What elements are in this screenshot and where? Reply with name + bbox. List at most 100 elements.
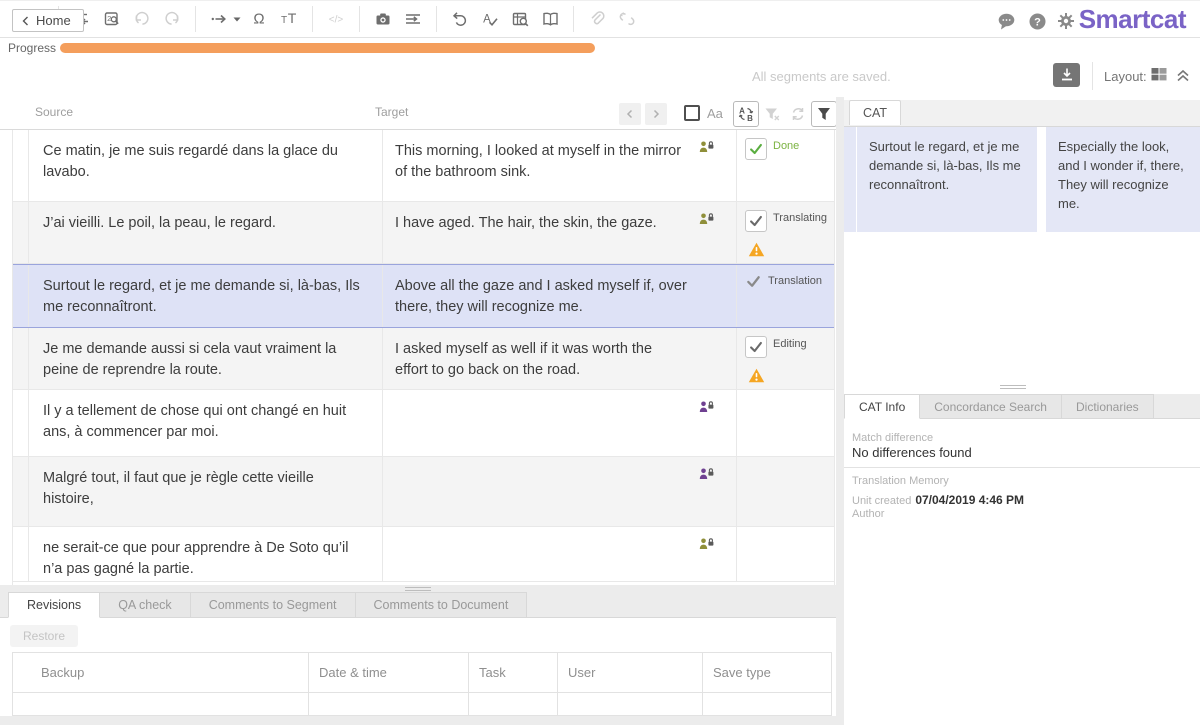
segment-target-text[interactable]: Above all the gaze and I asked myself if…	[383, 265, 699, 327]
segment-status-cell	[736, 457, 834, 526]
special-char-icon[interactable]: Ω	[244, 4, 274, 34]
filter-icon[interactable]	[811, 101, 837, 127]
warning-icon[interactable]	[748, 368, 828, 383]
segment-row[interactable]: Malgré tout, il faut que je règle cette …	[13, 457, 834, 527]
segment-number-gutter	[13, 130, 29, 201]
download-icon[interactable]	[1053, 63, 1080, 87]
toggle-tags-icon[interactable]: </>	[321, 4, 351, 34]
search-tm-icon[interactable]	[505, 4, 535, 34]
home-label: Home	[36, 13, 71, 28]
column-header-date-time: Date & time	[308, 653, 468, 692]
unlink-icon[interactable]	[612, 4, 642, 34]
spellcheck-icon[interactable]: A	[475, 4, 505, 34]
status-label: Done	[773, 138, 799, 152]
segment-target-text[interactable]: I have aged. The hair, the skin, the gaz…	[383, 202, 699, 263]
segment-lock-icons	[699, 265, 736, 327]
segment-status-cell: Done	[736, 130, 834, 201]
chat-icon[interactable]	[996, 11, 1016, 31]
target-column-header: Target	[375, 105, 408, 119]
segment-number-gutter	[13, 328, 29, 389]
match-case-checkbox[interactable]	[684, 105, 700, 121]
segment-source-text[interactable]: Je me demande aussi si cela vaut vraimen…	[29, 328, 383, 389]
tab-cat-info[interactable]: CAT Info	[844, 394, 920, 419]
layout-grid-icon[interactable]	[1150, 66, 1168, 83]
segment-status-cell: Editing	[736, 328, 834, 389]
help-icon[interactable]: ?	[1027, 11, 1047, 31]
unit-created-row: Unit created07/04/2019 4:46 PM	[852, 493, 1024, 507]
tab-concordance-search[interactable]: Concordance Search	[920, 394, 1062, 419]
change-case-icon[interactable]: TT	[274, 4, 304, 34]
segment-source-text[interactable]: Malgré tout, il faut que je règle cette …	[29, 457, 383, 526]
confirm-checkbox[interactable]	[745, 138, 767, 160]
svg-text:A: A	[739, 107, 745, 116]
clear-filter-icon[interactable]	[759, 101, 785, 127]
empty-cell	[308, 693, 468, 715]
translation-memory-label: Translation Memory	[852, 475, 949, 487]
column-header-task: Task	[468, 653, 557, 692]
cat-match-source: Surtout le regard, et je me demande si, …	[857, 127, 1037, 232]
segment-status-cell	[736, 527, 834, 581]
revisions-table-empty-row	[12, 692, 832, 716]
segment-row[interactable]: Je me demande aussi si cela vaut vraimen…	[13, 328, 834, 390]
status-label: Translation	[768, 273, 822, 287]
confirm-checkbox[interactable]	[745, 336, 767, 358]
redo-icon[interactable]	[157, 4, 187, 34]
segment-row[interactable]: Surtout le regard, et je me demande si, …	[13, 264, 834, 328]
segment-row[interactable]: Ce matin, je me suis regardé dans la gla…	[13, 130, 834, 202]
tab-qa-check[interactable]: QA check	[100, 592, 191, 618]
tab-revisions[interactable]: Revisions	[8, 592, 100, 618]
empty-cell	[468, 693, 557, 715]
segment-source-text[interactable]: J’ai vieilli. Le poil, la peau, le regar…	[29, 202, 383, 263]
cat-info-content: Match difference No differences found Tr…	[844, 418, 1200, 725]
svg-text:T: T	[288, 10, 297, 26]
segment-target-text[interactable]	[383, 390, 699, 456]
segment-row[interactable]: J’ai vieilli. Le poil, la peau, le regar…	[13, 202, 834, 264]
gear-icon[interactable]	[1056, 11, 1076, 31]
screenshot-icon[interactable]	[368, 4, 398, 34]
segment-target-text[interactable]	[383, 527, 699, 581]
segment-lock-icons	[699, 202, 736, 263]
segment-status-cell: Translating	[736, 202, 834, 263]
swap-source-target-icon[interactable]: AB	[733, 101, 759, 127]
cat-match-score-gutter	[844, 127, 856, 232]
segment-source-text[interactable]: Il y a tellement de chose qui ont changé…	[29, 390, 383, 456]
next-segment-button[interactable]	[645, 103, 667, 125]
restore-button[interactable]: Restore	[10, 625, 78, 647]
warning-icon[interactable]	[748, 242, 828, 257]
refresh-filter-icon[interactable]	[785, 101, 811, 127]
chevron-left-icon	[21, 16, 30, 26]
goto-dropdown-caret[interactable]	[230, 4, 244, 34]
segment-row[interactable]: ne serait-ce que pour apprendre à De Sot…	[13, 527, 834, 582]
confirm-checkbox[interactable]	[745, 210, 767, 232]
tab-cat[interactable]: CAT	[849, 100, 901, 125]
revert-segment-icon[interactable]	[445, 4, 475, 34]
segment-source-text[interactable]: Ce matin, je me suis regardé dans la gla…	[29, 130, 383, 201]
segment-source-text[interactable]: Surtout le regard, et je me demande si, …	[29, 265, 383, 327]
cat-match-row[interactable]: Surtout le regard, et je me demande si, …	[844, 127, 1200, 232]
search-numbers-icon[interactable]: 2	[97, 4, 127, 34]
undo-icon[interactable]	[127, 4, 157, 34]
dictionary-icon[interactable]	[535, 4, 565, 34]
align-icon[interactable]	[398, 4, 428, 34]
segment-target-text[interactable]	[383, 457, 699, 526]
tab-comments-to-document[interactable]: Comments to Document	[356, 592, 528, 618]
unit-created-value: 07/04/2019 4:46 PM	[915, 493, 1024, 507]
cat-match-target: Especially the look, and I wonder if, th…	[1046, 127, 1200, 232]
segment-target-text[interactable]: This morning, I looked at myself in the …	[383, 130, 699, 201]
segment-row[interactable]: Il y a tellement de chose qui ont changé…	[13, 390, 834, 457]
prev-segment-button[interactable]	[619, 103, 641, 125]
segment-target-text[interactable]: I asked myself as well if it was worth t…	[383, 328, 699, 389]
home-button[interactable]: Home	[12, 9, 84, 32]
segment-source-text[interactable]: ne serait-ce que pour apprendre à De Sot…	[29, 527, 383, 581]
attach-icon[interactable]	[582, 4, 612, 34]
cat-info-resize-handle[interactable]	[1000, 385, 1026, 389]
revisions-table-header: BackupDate & timeTaskUserSave type	[12, 652, 832, 692]
tab-comments-to-segment[interactable]: Comments to Segment	[191, 592, 356, 618]
match-difference-label: Match difference	[852, 432, 933, 444]
bottom-tabs-row: RevisionsQA checkComments to SegmentComm…	[0, 592, 836, 618]
source-column-header: Source	[35, 105, 73, 119]
collapse-toolbar-icon[interactable]	[1175, 66, 1191, 83]
tab-dictionaries[interactable]: Dictionaries	[1062, 394, 1154, 419]
author-label: Author	[852, 508, 884, 520]
bottom-panel-resize-handle[interactable]	[405, 587, 431, 591]
